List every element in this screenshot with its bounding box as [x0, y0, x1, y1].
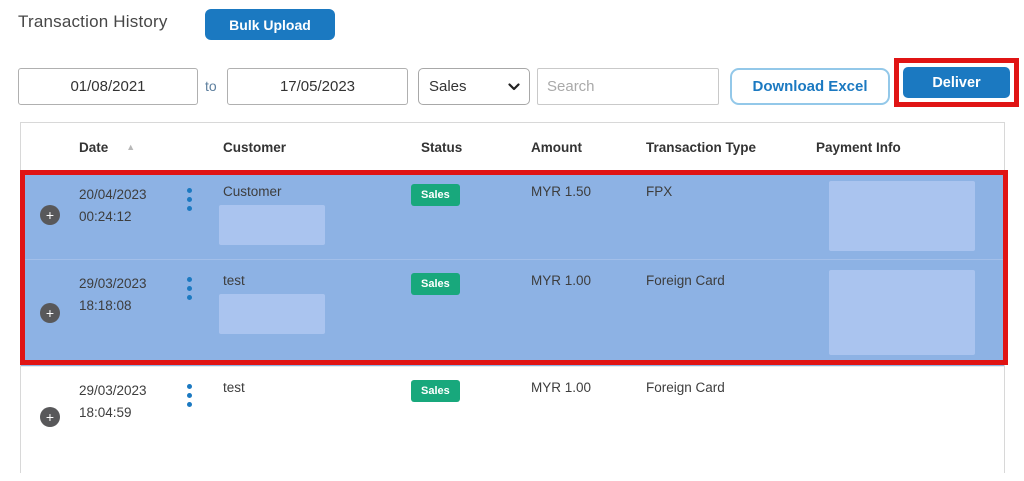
transaction-history-page: Transaction History Bulk Upload to Sales…	[0, 0, 1024, 481]
date-cell: 29/03/2023 18:04:59	[79, 367, 181, 466]
column-header-status: Status	[421, 139, 463, 155]
bulk-upload-button[interactable]: Bulk Upload	[205, 9, 335, 40]
customer-cell: test	[219, 260, 411, 366]
customer-redaction-box	[219, 205, 325, 245]
customer-cell: Customer	[219, 171, 411, 259]
transaction-date: 29/03/2023	[79, 383, 147, 398]
amount-cell: MYR 1.00	[531, 380, 592, 395]
transaction-type-cell: Foreign Card	[646, 380, 725, 395]
kebab-menu-icon	[187, 384, 192, 407]
column-header-transaction-type: Transaction Type	[646, 139, 757, 155]
payment-info-redaction-box	[829, 270, 975, 355]
table-row[interactable]: + 20/04/2023 00:24:12 Customer Sales MYR…	[21, 171, 1004, 259]
status-badge: Sales	[411, 380, 460, 402]
column-header-amount: Amount	[531, 139, 582, 155]
status-cell: Sales	[411, 367, 531, 466]
search-input[interactable]	[537, 68, 719, 105]
date-to-input[interactable]	[227, 68, 408, 105]
expand-row-button[interactable]: +	[40, 406, 60, 427]
status-cell: Sales	[411, 171, 531, 259]
customer-redaction-box	[219, 294, 325, 334]
transaction-time: 00:24:12	[79, 208, 132, 224]
payment-info-cell	[816, 367, 1004, 466]
transactions-table: Date ▲ Customer Status Amount Transactio…	[20, 122, 1005, 473]
kebab-menu-icon	[187, 188, 192, 211]
column-header-payment-info: Payment Info	[816, 139, 901, 155]
payment-info-cell	[816, 171, 1004, 259]
payment-info-cell	[816, 260, 1004, 366]
transaction-date: 29/03/2023	[79, 276, 147, 291]
transaction-type-cell: FPX	[646, 184, 673, 199]
customer-name: test	[223, 273, 245, 288]
date-cell: 29/03/2023 18:18:08	[79, 260, 181, 366]
row-actions-menu[interactable]	[181, 171, 223, 259]
customer-cell: test	[223, 367, 411, 466]
chevron-down-icon	[508, 78, 520, 95]
deliver-button[interactable]: Deliver	[903, 67, 1010, 98]
transaction-date: 20/04/2023	[79, 187, 147, 202]
date-from-input[interactable]	[18, 68, 198, 105]
table-row[interactable]: + 29/03/2023 18:04:59 test Sales MYR 1.0…	[21, 366, 1004, 466]
expand-cell: +	[21, 171, 79, 259]
date-cell: 20/04/2023 00:24:12	[79, 171, 181, 259]
expand-row-button[interactable]: +	[40, 205, 60, 225]
transaction-time: 18:18:08	[79, 297, 132, 313]
expand-row-button[interactable]: +	[40, 303, 60, 323]
status-badge: Sales	[411, 273, 460, 295]
table-header-row: Date ▲ Customer Status Amount Transactio…	[21, 123, 1004, 171]
transaction-time: 18:04:59	[79, 404, 132, 420]
customer-name: test	[223, 380, 245, 395]
transaction-type-cell: Foreign Card	[646, 273, 725, 288]
amount-cell: MYR 1.00	[531, 273, 592, 288]
status-cell: Sales	[411, 260, 531, 366]
page-title: Transaction History	[18, 12, 168, 31]
download-excel-button[interactable]: Download Excel	[730, 68, 890, 105]
row-actions-menu[interactable]	[181, 367, 223, 466]
type-filter-value: Sales	[429, 78, 467, 95]
table-row[interactable]: + 29/03/2023 18:18:08 test Sales MYR 1.0…	[21, 259, 1004, 366]
column-header-date[interactable]: Date ▲	[79, 140, 181, 155]
row-actions-menu[interactable]	[181, 260, 223, 366]
amount-cell: MYR 1.50	[531, 184, 592, 199]
status-badge: Sales	[411, 184, 460, 206]
sort-ascending-icon: ▲	[126, 142, 136, 152]
date-range-separator: to	[205, 78, 217, 94]
kebab-menu-icon	[187, 277, 192, 300]
customer-name: Customer	[223, 184, 282, 199]
column-header-customer: Customer	[223, 139, 287, 155]
payment-info-redaction-box	[829, 181, 975, 251]
expand-cell: +	[21, 367, 79, 466]
type-filter-select[interactable]: Sales	[418, 68, 530, 105]
expand-cell: +	[21, 260, 79, 366]
